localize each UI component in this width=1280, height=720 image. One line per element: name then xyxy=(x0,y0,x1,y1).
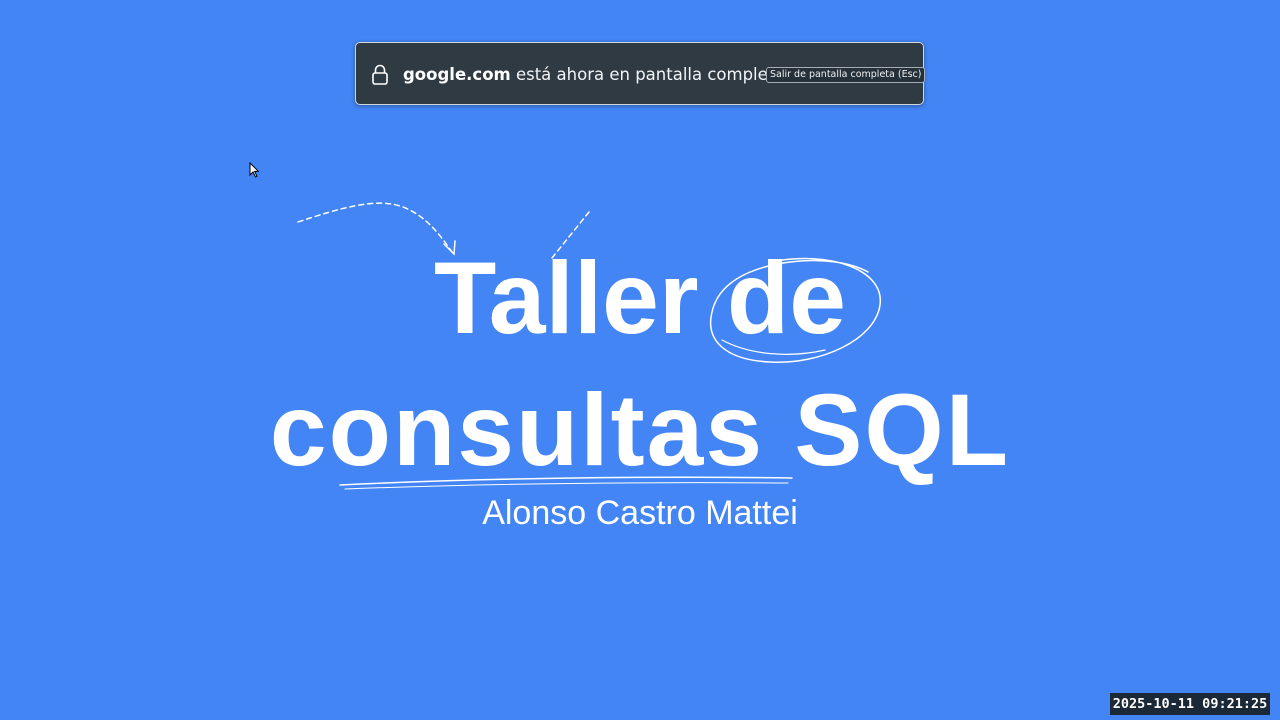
slide-title-line-1: Taller de xyxy=(434,241,846,355)
exit-fullscreen-button[interactable]: Salir de pantalla completa (Esc) xyxy=(766,67,926,83)
fullscreen-notice-text: google.com está ahora en pantalla comple… xyxy=(403,65,784,85)
notice-domain: google.com xyxy=(403,65,511,84)
slide-title-line-2: consultas SQL xyxy=(269,373,1011,487)
fullscreen-notice: google.com está ahora en pantalla comple… xyxy=(355,42,926,105)
timestamp-overlay: 2025-10-11 09:21:25 xyxy=(1110,693,1270,715)
slide-doodles xyxy=(297,202,881,490)
lock-icon xyxy=(372,64,388,85)
slide-author: Alonso Castro Mattei xyxy=(482,494,798,532)
notice-message: está ahora en pantalla completa xyxy=(510,65,785,84)
presentation-slide: Taller de consultas SQL Alonso Castro Ma… xyxy=(0,0,1280,720)
mouse-cursor-icon xyxy=(249,162,259,178)
